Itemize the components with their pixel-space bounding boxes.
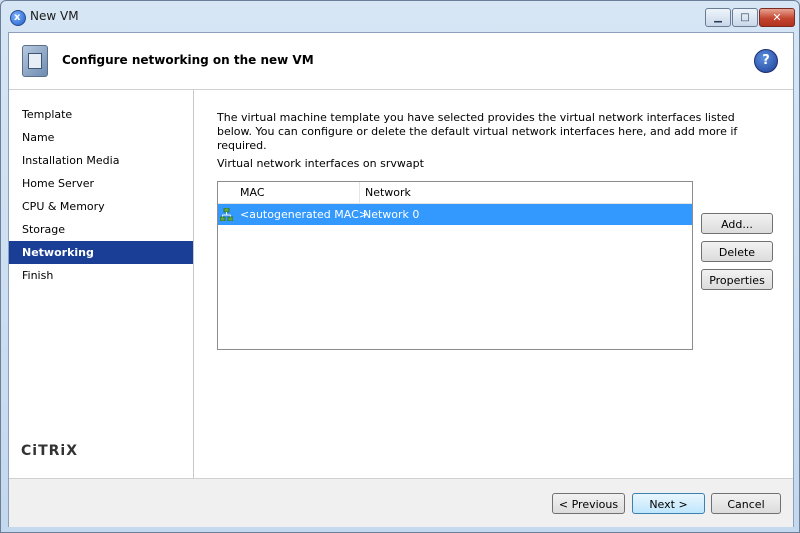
wizard-header: Configure networking on the new VM ? xyxy=(9,33,793,90)
window-title: New VM xyxy=(30,9,79,23)
new-vm-window: x New VM ▁ □ ✕ Configure networking on t… xyxy=(0,0,800,533)
nav-item-finish[interactable]: Finish xyxy=(9,264,193,287)
nav-item-installation-media[interactable]: Installation Media xyxy=(9,149,193,172)
close-icon: ✕ xyxy=(772,11,782,24)
list-row[interactable]: <autogenerated MAC> Network 0 xyxy=(218,204,692,225)
networking-page: The virtual machine template you have se… xyxy=(194,90,793,478)
cell-mac: <autogenerated MAC> xyxy=(240,208,369,221)
next-button[interactable]: Next > xyxy=(632,493,705,514)
list-label: Virtual network interfaces on srvwapt xyxy=(217,157,424,170)
title-bar[interactable]: x New VM ▁ □ ✕ xyxy=(1,1,799,32)
wizard-footer: < Previous Next > Cancel xyxy=(9,478,793,527)
help-icon[interactable]: ? xyxy=(754,49,778,73)
nav-item-cpu-memory[interactable]: CPU & Memory xyxy=(9,195,193,218)
citrix-app-icon: x xyxy=(10,10,26,26)
network-interface-icon xyxy=(220,208,233,221)
minimize-icon: ▁ xyxy=(714,12,722,23)
maximize-button[interactable]: □ xyxy=(732,8,758,27)
previous-button[interactable]: < Previous xyxy=(552,493,625,514)
nav-item-name[interactable]: Name xyxy=(9,126,193,149)
cancel-button[interactable]: Cancel xyxy=(711,493,781,514)
cell-network: Network 0 xyxy=(363,208,420,221)
column-header-mac[interactable]: MAC xyxy=(235,182,360,203)
add-button[interactable]: Add... xyxy=(701,213,773,234)
description-text: The virtual machine template you have se… xyxy=(217,111,738,152)
nav-item-home-server[interactable]: Home Server xyxy=(9,172,193,195)
nav-item-storage[interactable]: Storage xyxy=(9,218,193,241)
close-button[interactable]: ✕ xyxy=(759,8,795,27)
page-title: Configure networking on the new VM xyxy=(62,53,314,67)
delete-button[interactable]: Delete xyxy=(701,241,773,262)
citrix-logo: CiTRiX xyxy=(21,443,78,459)
nav-item-networking[interactable]: Networking xyxy=(9,241,193,264)
column-header-network[interactable]: Network xyxy=(360,182,693,203)
properties-button[interactable]: Properties xyxy=(701,269,773,290)
maximize-icon: □ xyxy=(740,12,750,23)
wizard-step-nav: Template Name Installation Media Home Se… xyxy=(9,90,194,478)
server-icon xyxy=(22,45,48,77)
minimize-button[interactable]: ▁ xyxy=(705,8,731,27)
wizard-client-area: Configure networking on the new VM ? Tem… xyxy=(8,32,794,527)
nav-item-template[interactable]: Template xyxy=(9,103,193,126)
network-interfaces-list[interactable]: MAC Network <autogenerated MAC> Network xyxy=(217,181,693,350)
list-header: MAC Network xyxy=(218,182,692,204)
